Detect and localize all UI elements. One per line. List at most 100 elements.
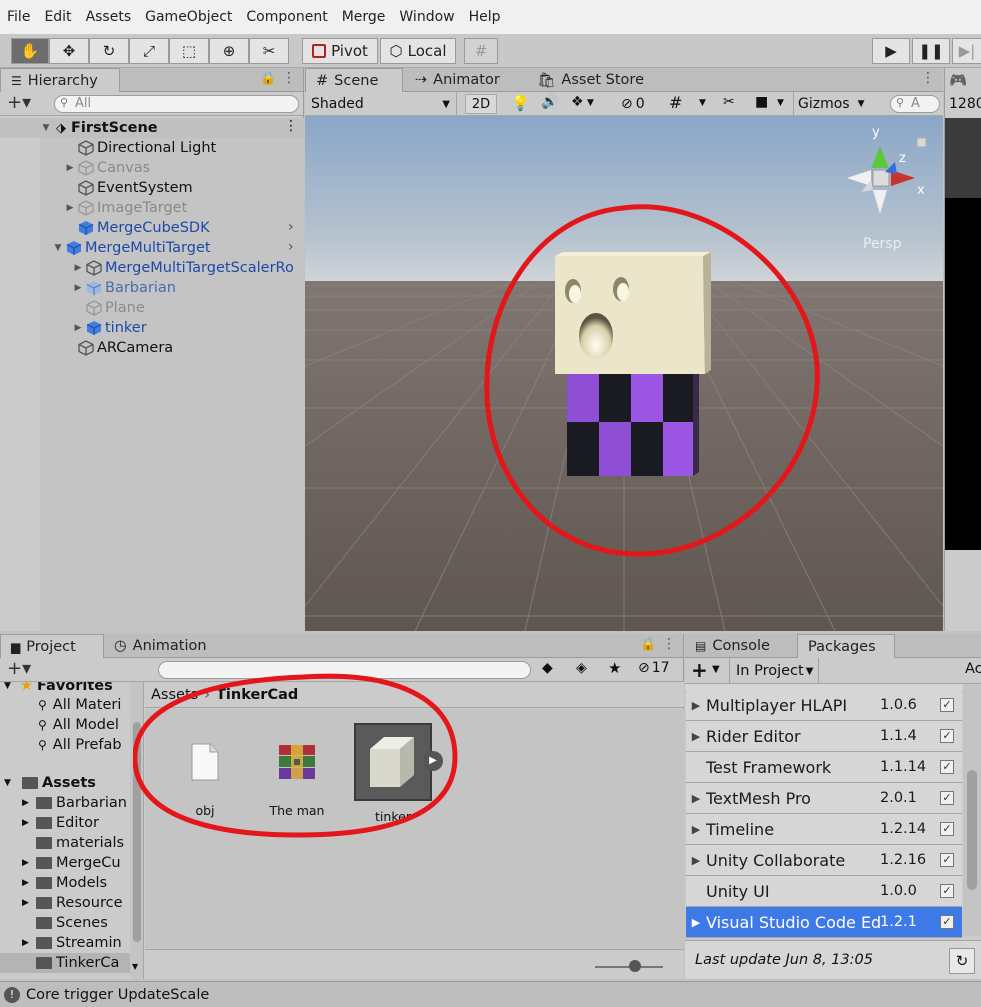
expand-arrow-icon[interactable]: ▶	[686, 730, 706, 743]
local-button[interactable]: ⬡ Local	[380, 38, 456, 64]
tab-project[interactable]: ▆ Project	[0, 634, 104, 659]
lock-icon[interactable]: 🔒	[260, 71, 276, 86]
step-button[interactable]: ▶|	[952, 38, 981, 64]
tab-scene[interactable]: # Scene	[305, 68, 403, 93]
folder-editor[interactable]: ▶ Editor	[22, 813, 99, 833]
package-row[interactable]: ▶ Unity Collaborate 1.2.16 ✓	[686, 845, 962, 876]
chevron-right-icon[interactable]: ›	[288, 239, 294, 255]
folder-models[interactable]: ▶ Models	[22, 873, 107, 893]
package-row[interactable]: ▶ Multiplayer HLAPI 1.0.6 ✓	[686, 690, 962, 721]
assets-root[interactable]: ▼ Assets	[4, 773, 96, 793]
pause-button[interactable]: ❚❚	[912, 38, 950, 64]
tab-asset-store[interactable]: 🛍 Asset Store	[527, 68, 654, 92]
scale-tool-button[interactable]: ⤢	[129, 38, 169, 64]
add-package-button[interactable]: +	[691, 658, 708, 682]
package-row-selected[interactable]: ▶ Visual Studio Code Ed 1.2.1 ✓	[686, 907, 962, 938]
package-row[interactable]: ▶ Timeline 1.2.14 ✓	[686, 814, 962, 845]
shading-dropdown[interactable]: Shaded ▼	[305, 92, 457, 116]
create-asset-button[interactable]: +▾	[7, 658, 31, 679]
scene-search-input[interactable]: ⚲ A	[890, 95, 940, 113]
favorite-all-materials[interactable]: ⚲ All Materi	[38, 695, 121, 715]
chevron-right-icon[interactable]: ›	[288, 219, 294, 235]
rect-tool-button[interactable]: ⬚	[169, 38, 209, 64]
tab-packages[interactable]: Packages	[797, 634, 895, 659]
expand-arrow-icon[interactable]: ▶	[686, 792, 706, 805]
grid-toggle-icon[interactable]: #	[669, 93, 682, 112]
menu-window[interactable]: Window	[392, 0, 461, 34]
menu-edit[interactable]: Edit	[37, 0, 78, 34]
expand-arrow-icon[interactable]: ▶	[22, 818, 36, 828]
add-object-button[interactable]: +▾	[7, 92, 31, 113]
scene-menu-icon[interactable]: ⋮	[284, 118, 298, 134]
folder-barbarian[interactable]: ▶ Barbarian	[22, 793, 127, 813]
expand-arrow-icon[interactable]: ▶	[686, 699, 706, 712]
folder-tinkercad[interactable]: TinkerCa	[0, 953, 130, 973]
tab-console[interactable]: ▤ Console	[685, 634, 780, 658]
gizmos-dropdown[interactable]: Gizmos ▼	[793, 92, 879, 116]
hierarchy-item-mergemultitarget[interactable]: ▼ MergeMultiTarget ›	[0, 238, 304, 258]
grid-snap-button[interactable]: #	[464, 38, 498, 64]
expand-arrow-icon[interactable]: ▶	[22, 898, 36, 908]
folder-streaming[interactable]: ▶ Streamin	[22, 933, 122, 953]
expand-arrow-icon[interactable]: ▶	[72, 263, 84, 273]
expand-arrow-icon[interactable]: ▶	[22, 878, 36, 888]
hierarchy-item-plane[interactable]: Plane	[0, 298, 304, 318]
tools-icon[interactable]: ✂	[723, 94, 735, 110]
package-row[interactable]: Unity UI 1.0.0 ✓	[686, 876, 962, 907]
package-row[interactable]: ▶ Rider Editor 1.1.4 ✓	[686, 721, 962, 752]
audio-speaker-icon[interactable]: 🔊	[541, 94, 558, 110]
tab-game[interactable]: 🎮	[945, 68, 981, 92]
menu-gameobject[interactable]: GameObject	[138, 0, 239, 34]
favorite-star-icon[interactable]: ★	[608, 659, 621, 677]
folder-resources[interactable]: ▶ Resource	[22, 893, 123, 913]
menu-merge[interactable]: Merge	[335, 0, 393, 34]
expand-arrow-icon[interactable]: ▶	[686, 916, 706, 929]
more-options-icon[interactable]: ⋮	[921, 70, 935, 86]
favorites-header[interactable]: ▼ ★ Favorites	[4, 682, 113, 696]
expand-arrow-icon[interactable]: ▶	[686, 823, 706, 836]
hierarchy-item-imagetarget[interactable]: ▶ ImageTarget	[0, 198, 304, 218]
expand-arrow-icon[interactable]: ▶	[22, 938, 36, 948]
hierarchy-item-tinker[interactable]: ▶ tinker	[0, 318, 304, 338]
folder-mergecube[interactable]: ▶ MergeCu	[22, 853, 121, 873]
folder-materials[interactable]: materials	[22, 833, 124, 853]
lighting-bulb-icon[interactable]: 💡	[511, 94, 530, 112]
tab-animator[interactable]: ⇢ Animator	[405, 68, 510, 92]
dropdown-arrow-icon[interactable]: ▼	[712, 664, 720, 675]
toggle-2d-button[interactable]: 2D	[465, 94, 497, 114]
play-button[interactable]: ▶	[872, 38, 910, 64]
menu-file[interactable]: File	[0, 0, 37, 34]
menu-help[interactable]: Help	[462, 0, 508, 34]
scroll-down-icon[interactable]: ▼	[132, 962, 138, 971]
label-tag-icon[interactable]: ◈	[576, 660, 587, 676]
dropdown-arrow-icon[interactable]: ▼	[699, 98, 706, 108]
scene-root-row[interactable]: ▼ ⬗ FirstScene ⋮	[0, 118, 304, 138]
pivot-button[interactable]: Pivot	[302, 38, 378, 64]
icon-size-slider-thumb[interactable]	[629, 960, 641, 972]
move-tool-button[interactable]: ✥	[49, 38, 89, 64]
custom-tool-button[interactable]: ✂	[249, 38, 289, 64]
expand-arrow-icon[interactable]: ▼	[40, 123, 52, 133]
expand-arrow-icon[interactable]: ▶	[686, 854, 706, 867]
expand-arrow-icon[interactable]: ▶	[72, 323, 84, 333]
packages-scroll-thumb[interactable]	[967, 770, 977, 890]
hierarchy-item-scaler[interactable]: ▶ MergeMultiTargetScalerRo	[0, 258, 304, 278]
tab-animation[interactable]: ◷ Animation	[104, 634, 217, 658]
dropdown-arrow-icon[interactable]: ▼	[587, 98, 594, 108]
lock-icon[interactable]: 🔒	[640, 637, 656, 652]
expand-arrow-icon[interactable]: ▼	[4, 778, 16, 788]
expand-arrow-icon[interactable]: ▼	[4, 682, 16, 691]
hierarchy-item-mergecubesdk[interactable]: MergeCubeSDK ›	[0, 218, 304, 238]
refresh-button[interactable]: ↻	[949, 948, 975, 974]
rotate-tool-button[interactable]: ↻	[89, 38, 129, 64]
hierarchy-item-directional-light[interactable]: Directional Light	[0, 138, 304, 158]
hierarchy-item-arcamera[interactable]: ARCamera	[0, 338, 304, 358]
scene-viewport[interactable]: y z x Persp	[305, 116, 943, 631]
game-resolution[interactable]: 1280	[949, 96, 981, 112]
more-options-icon[interactable]: ⋮	[282, 70, 296, 86]
expand-arrow-icon[interactable]: ▼	[52, 243, 64, 253]
hierarchy-item-eventsystem[interactable]: EventSystem	[0, 178, 304, 198]
favorite-all-prefabs[interactable]: ⚲ All Prefab	[38, 735, 122, 755]
hierarchy-item-barbarian[interactable]: ▶ Barbarian	[0, 278, 304, 298]
transform-tool-button[interactable]: ⊕	[209, 38, 249, 64]
